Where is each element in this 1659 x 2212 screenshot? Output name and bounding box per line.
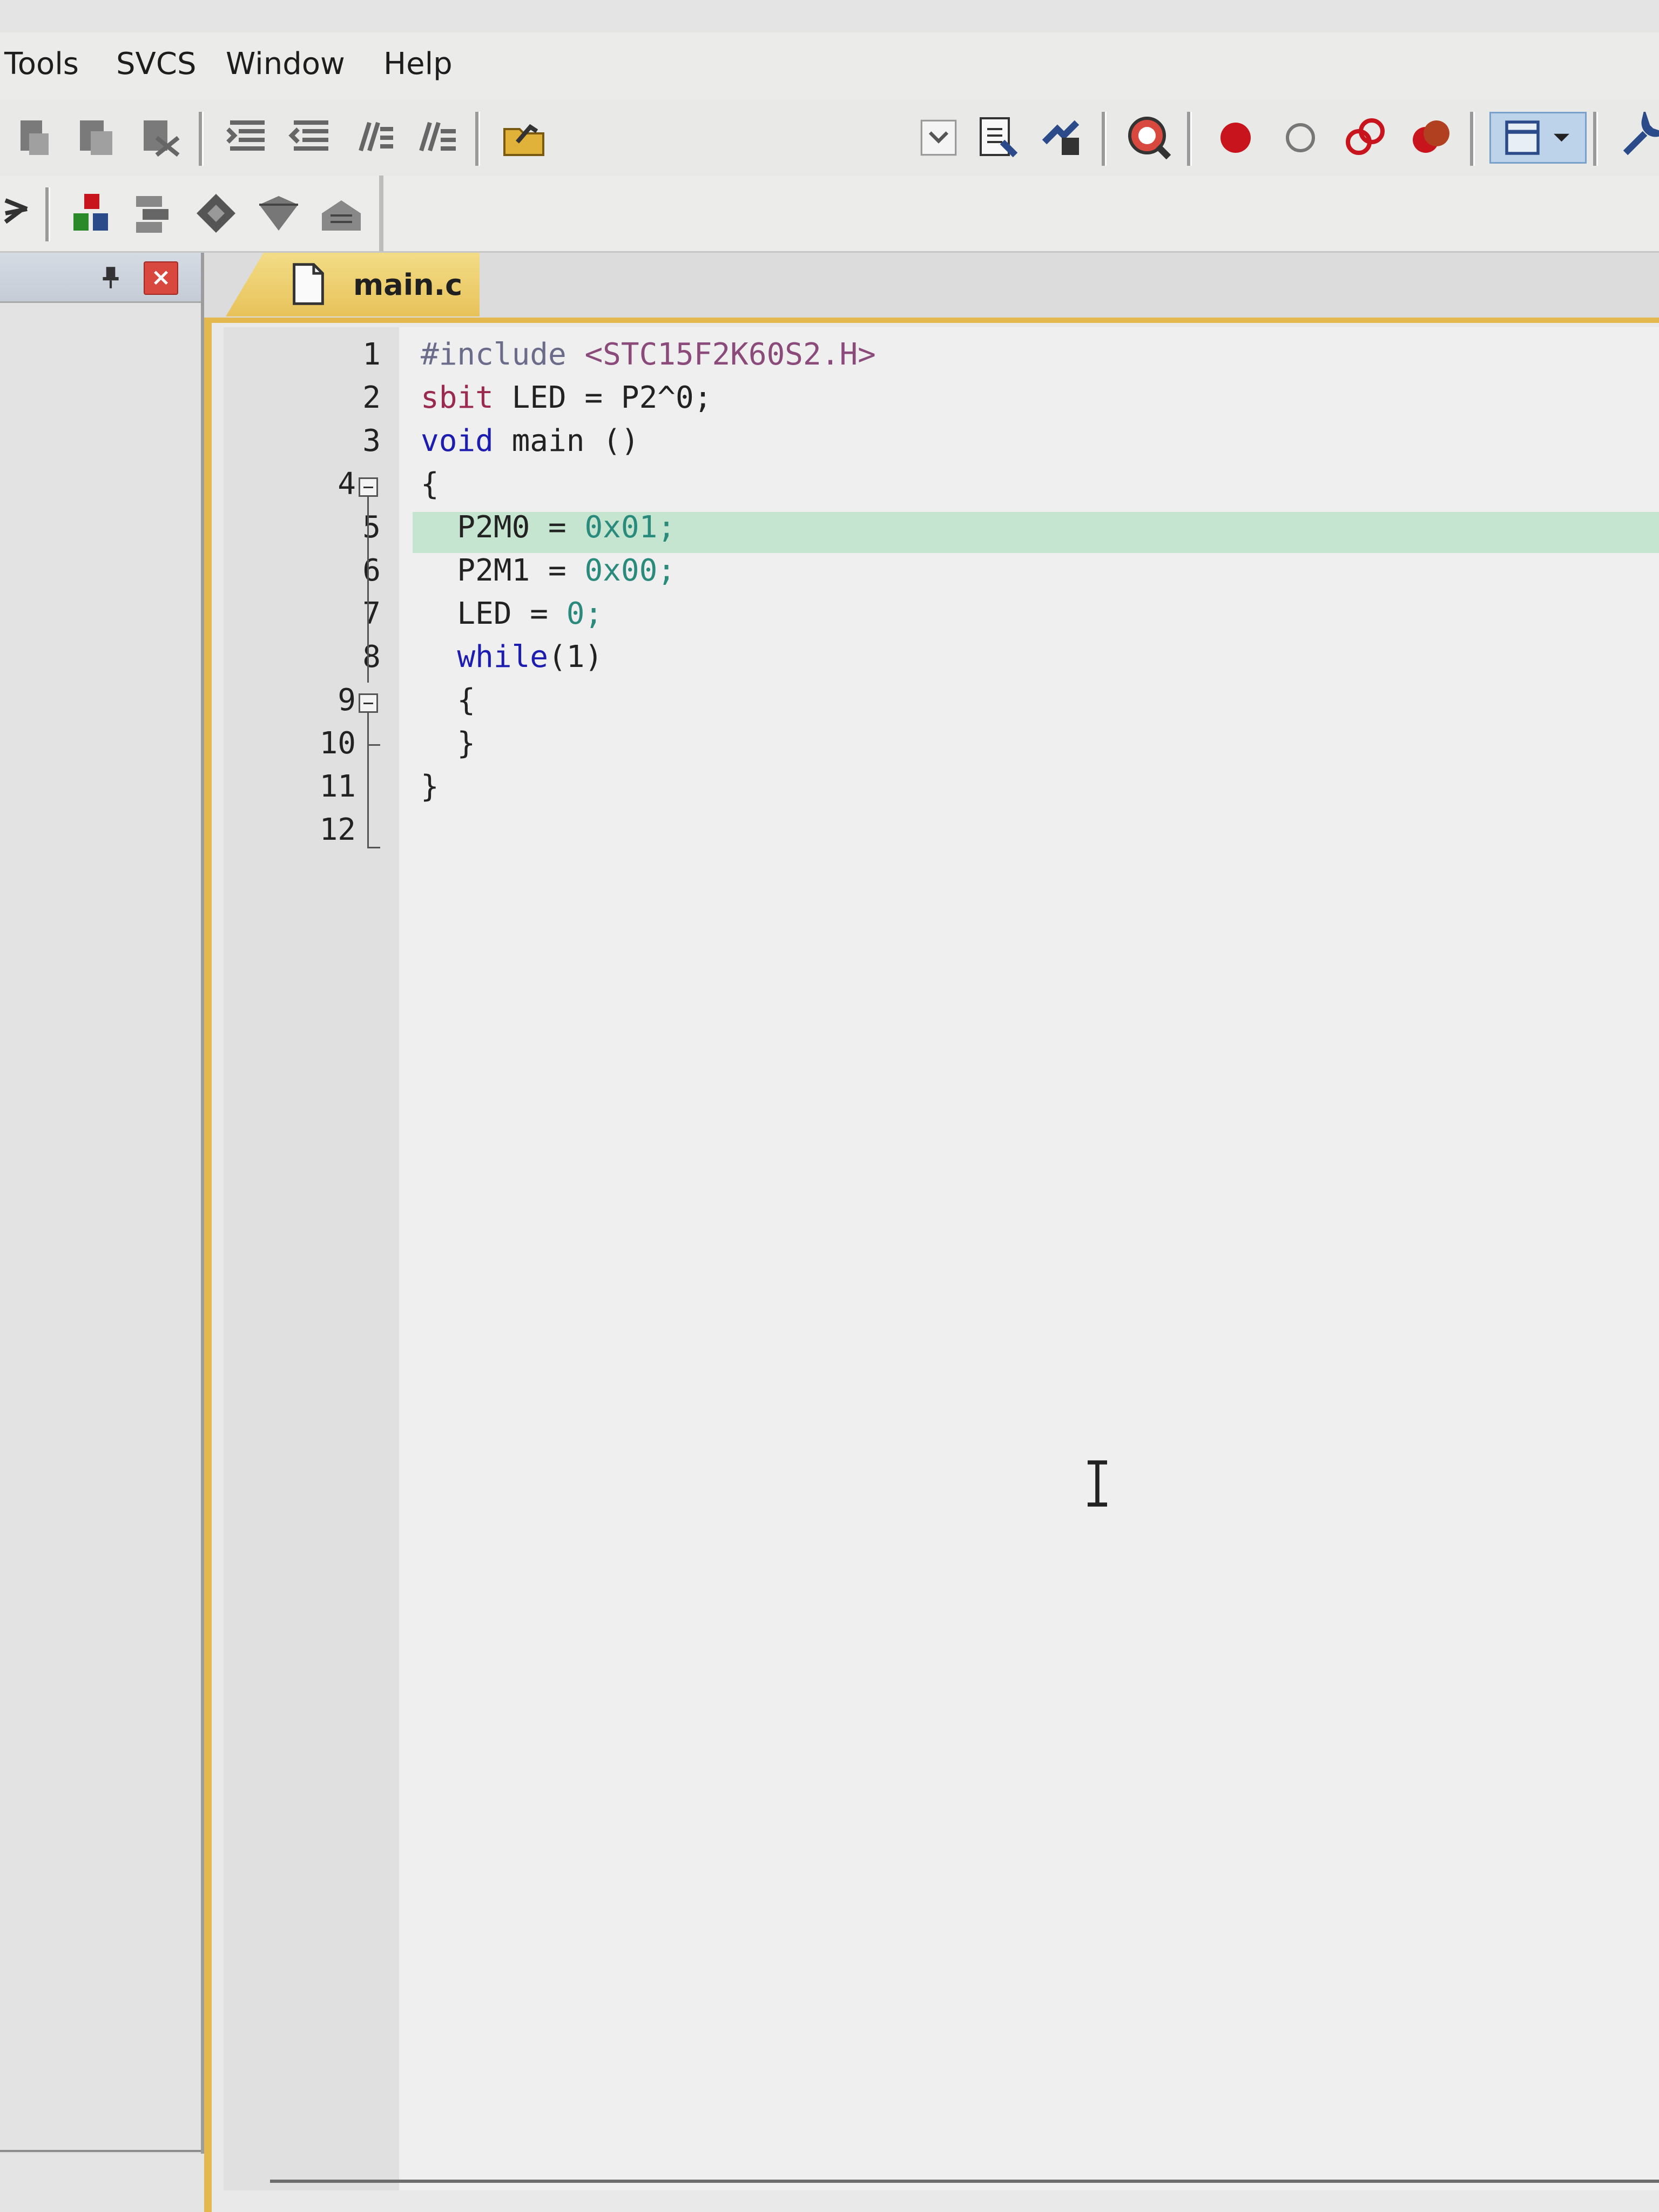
line-number: 11: [319, 769, 356, 804]
line-number: 3: [362, 423, 381, 458]
code-line-3: void main (): [421, 423, 639, 458]
code-line-4: {: [421, 467, 439, 502]
line-number: 4: [338, 467, 356, 502]
menu-help[interactable]: Help: [383, 46, 453, 82]
editor-tab-strip: main.c: [204, 253, 1659, 318]
panel-header: ×: [0, 253, 201, 303]
debug-session-icon[interactable]: [1123, 112, 1175, 164]
pack-installer-icon[interactable]: [253, 187, 305, 239]
toolbar-project: [0, 176, 1659, 253]
code-line-1: #include <STC15F2K60S2.H>: [421, 337, 876, 372]
text-cursor-icon: [1081, 1459, 1114, 1508]
line-number: 12: [319, 812, 356, 847]
download-icon[interactable]: [1036, 112, 1088, 164]
code-line-6: P2M1 = 0x00;: [421, 553, 676, 588]
code-line-2: sbit LED = P2^0;: [421, 380, 712, 415]
breakpoint-clear-icon[interactable]: [1339, 112, 1391, 164]
tab-label: main.c: [353, 268, 463, 302]
code-line-8: while(1): [457, 639, 603, 675]
project-panel: ×: [0, 253, 204, 2154]
tab-main-c[interactable]: main.c: [226, 253, 480, 316]
line-number: 5: [362, 510, 381, 545]
menu-tools[interactable]: Tools: [4, 46, 79, 82]
build-output-icon[interactable]: [972, 112, 1024, 164]
books-icon[interactable]: [315, 187, 367, 239]
menu-bar: Tools SVCS Window Help: [0, 32, 1659, 102]
indent-icon[interactable]: [221, 112, 273, 164]
unindent-icon[interactable]: [285, 112, 337, 164]
dropdown-icon[interactable]: [918, 112, 959, 164]
code-line-5: P2M0 = 0x01;: [421, 510, 676, 545]
code-line-10: }: [421, 726, 476, 761]
find-in-files-icon[interactable]: [498, 112, 550, 164]
toolbar-editing: [0, 100, 1659, 177]
line-number: 7: [362, 596, 381, 631]
line-number: 8: [362, 639, 381, 675]
line-number: 1: [362, 337, 381, 372]
comment-icon[interactable]: [348, 112, 400, 164]
menu-window[interactable]: Window: [226, 46, 345, 82]
line-number: 10: [319, 726, 356, 761]
code-line-11: }: [421, 769, 439, 804]
code-line-9: {: [421, 683, 476, 718]
rebuild-icon[interactable]: [71, 112, 123, 164]
breakpoint-kill-icon[interactable]: [1404, 112, 1456, 164]
project-tree[interactable]: [0, 303, 201, 2152]
fold-toggle-icon[interactable]: [359, 693, 378, 713]
batch-build-icon[interactable]: [135, 112, 187, 164]
panel-close-button[interactable]: ×: [144, 261, 178, 295]
breakpoint-disable-icon[interactable]: [1274, 112, 1326, 164]
manage-components-icon[interactable]: [65, 187, 117, 239]
menu-svcs[interactable]: SVCS: [116, 46, 197, 82]
window-layout-icon[interactable]: [1489, 112, 1587, 164]
code-editor[interactable]: 1 2 3 4 5 6 7 8 9 10 11 12 #include <STC…: [204, 318, 1659, 2212]
line-number: 6: [362, 553, 381, 588]
breakpoint-icon[interactable]: [1210, 112, 1262, 164]
run-time-env-icon[interactable]: [190, 187, 242, 239]
line-number: 2: [362, 380, 381, 415]
configure-icon[interactable]: [1615, 112, 1659, 164]
select-packs-icon[interactable]: [127, 187, 179, 239]
uncomment-icon[interactable]: [410, 112, 462, 164]
line-number-gutter: 1 2 3 4 5 6 7 8 9 10 11 12: [224, 327, 399, 2190]
code-line-7: LED = 0;: [421, 596, 603, 631]
file-icon: [291, 262, 326, 306]
horizontal-scrollbar[interactable]: [270, 2180, 1659, 2183]
line-number: 9: [338, 683, 356, 718]
build-target-icon[interactable]: [10, 112, 62, 164]
target-options-icon[interactable]: [0, 187, 32, 239]
fold-toggle-icon[interactable]: [359, 477, 378, 497]
pin-icon[interactable]: [97, 264, 124, 291]
